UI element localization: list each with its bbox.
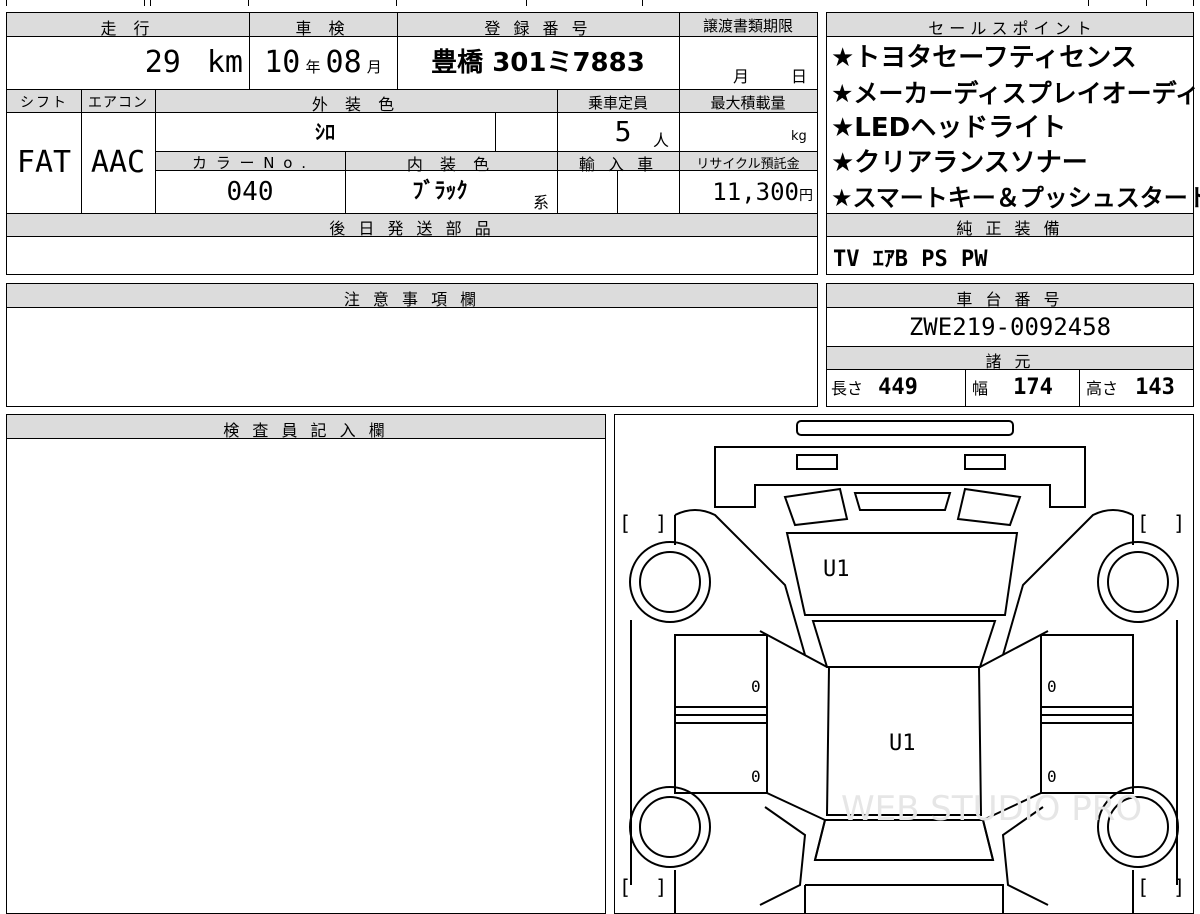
bracket-front-left: [ ] xyxy=(619,511,668,535)
damage-mark-right-rear-door: 0 xyxy=(1047,767,1057,786)
damage-mark-right-front-door: 0 xyxy=(1047,677,1057,696)
bracket-rear-left: [ ] xyxy=(619,875,668,899)
damage-mark-left-rear-door: 0 xyxy=(751,767,761,786)
sales-point-item: ★クリアランスソナー xyxy=(831,148,1088,178)
recycle-value: 11,300 xyxy=(712,178,799,206)
inspection-month: 08 xyxy=(325,45,362,80)
max-load-unit: kg xyxy=(791,129,807,144)
capacity-value: 5 xyxy=(614,115,632,148)
sales-points-list: ★トヨタセーフティセンス ★メーカーディスプレイオーディオ ★LEDヘッドライト… xyxy=(827,41,1200,216)
bracket-front-right: [ ] xyxy=(1137,511,1186,535)
exterior-label: 外 装 色 xyxy=(311,95,401,114)
max-load-label: 最大積載量 xyxy=(710,94,786,112)
import-label: 輸 入 車 xyxy=(578,155,658,174)
watermark: WEB STUDIO PRO xyxy=(841,789,1143,829)
recycle-cell: 11,300円 xyxy=(679,171,817,213)
recycle-unit: 円 xyxy=(799,188,813,204)
inspection-year: 10 xyxy=(264,45,301,80)
height-value: 143 xyxy=(1135,375,1175,400)
chassis-panel: 車 台 番 号 ZWE219-0092458 諸 元 長さ 449 幅 174 … xyxy=(826,283,1194,407)
color-no-label: カ ラ ー N o . xyxy=(191,154,308,172)
length-label: 長さ xyxy=(831,379,864,398)
aircon-value: AAC xyxy=(90,145,146,180)
sales-point-item: ★スマートキー＆プッシュスタート xyxy=(831,184,1200,212)
spec-height: 高さ 143 xyxy=(1079,370,1193,406)
capacity-unit: 人 xyxy=(653,131,670,150)
top-strip xyxy=(6,0,1194,6)
transfer-day-unit: 日 xyxy=(791,67,808,86)
length-value: 449 xyxy=(878,375,918,400)
spec-length: 長さ 449 xyxy=(827,370,965,406)
sales-points-title: セ ー ル ス ポ イ ン ト xyxy=(928,19,1092,38)
shift-label: シフト xyxy=(20,95,68,111)
sales-point-item: ★メーカーディスプレイオーディオ xyxy=(831,79,1200,108)
transfer-label: 譲渡書類期限 xyxy=(702,17,793,35)
car-damage-diagram: U1 U1 0 0 0 0 [ ] [ ] [ ] [ ] WEB STUDIO… xyxy=(614,414,1194,914)
inspection-year-unit: 年 xyxy=(305,58,321,76)
notes-title: 注 意 事 項 欄 xyxy=(343,290,481,309)
height-label: 高さ xyxy=(1086,379,1119,398)
exterior-value: ｼﾛ xyxy=(315,120,335,144)
chassis-title: 車 台 番 号 xyxy=(956,290,1064,309)
width-value: 174 xyxy=(1013,375,1053,400)
inspection-month-unit: 月 xyxy=(366,58,382,76)
recycle-label: リサイクル預託金 xyxy=(696,157,800,172)
parts-label: 後 日 発 送 部 品 xyxy=(329,219,495,238)
mileage-value: 29 xyxy=(144,45,181,80)
shift-value: FAT xyxy=(16,145,72,180)
registration-value: 豊橋 301ミ7883 xyxy=(431,48,645,78)
notes-panel: 注 意 事 項 欄 xyxy=(6,283,818,407)
interior-value: ﾌﾞﾗｯｸ xyxy=(412,179,468,204)
sales-point-item: ★LEDヘッドライト xyxy=(831,113,1067,143)
sales-point-item: ★トヨタセーフティセンス xyxy=(831,43,1137,73)
color-no-value: 040 xyxy=(226,177,274,207)
equipment-value: TV ｴｱB PS PW xyxy=(833,247,988,272)
aircon-label: エアコン xyxy=(88,95,148,111)
damage-mark-roof: U1 xyxy=(889,731,916,756)
mileage-label: 走 行 xyxy=(100,19,156,38)
inspector-panel: 検 査 員 記 入 欄 xyxy=(6,414,606,914)
vehicle-info-grid: 走 行 車 検 登 録 番 号 譲渡書類期限 29 km 10 年 08 月 豊… xyxy=(6,12,818,275)
damage-mark-left-front-door: 0 xyxy=(751,677,761,696)
mileage-unit: km xyxy=(206,45,243,80)
transfer-month-unit: 月 xyxy=(733,67,750,86)
interior-suffix: 系 xyxy=(533,193,550,212)
equipment-title: 純 正 装 備 xyxy=(956,219,1064,238)
specs-title: 諸 元 xyxy=(985,352,1035,371)
inspector-title: 検 査 員 記 入 欄 xyxy=(223,421,389,440)
car-outline-icon xyxy=(629,420,1179,913)
spec-width: 幅 174 xyxy=(965,370,1079,406)
capacity-label: 乗車定員 xyxy=(587,94,648,112)
bracket-rear-right: [ ] xyxy=(1137,875,1186,899)
damage-mark-hood: U1 xyxy=(823,557,850,582)
mileage-cell: 29 km xyxy=(7,37,249,89)
registration-label: 登 録 番 号 xyxy=(484,19,592,38)
chassis-value: ZWE219-0092458 xyxy=(908,313,1112,341)
width-label: 幅 xyxy=(972,379,989,398)
inspection-label: 車 検 xyxy=(295,19,351,38)
sales-points-panel: セ ー ル ス ポ イ ン ト ★トヨタセーフティセンス ★メーカーディスプレイ… xyxy=(826,12,1200,275)
inspection-cell: 10 年 08 月 xyxy=(249,37,397,89)
